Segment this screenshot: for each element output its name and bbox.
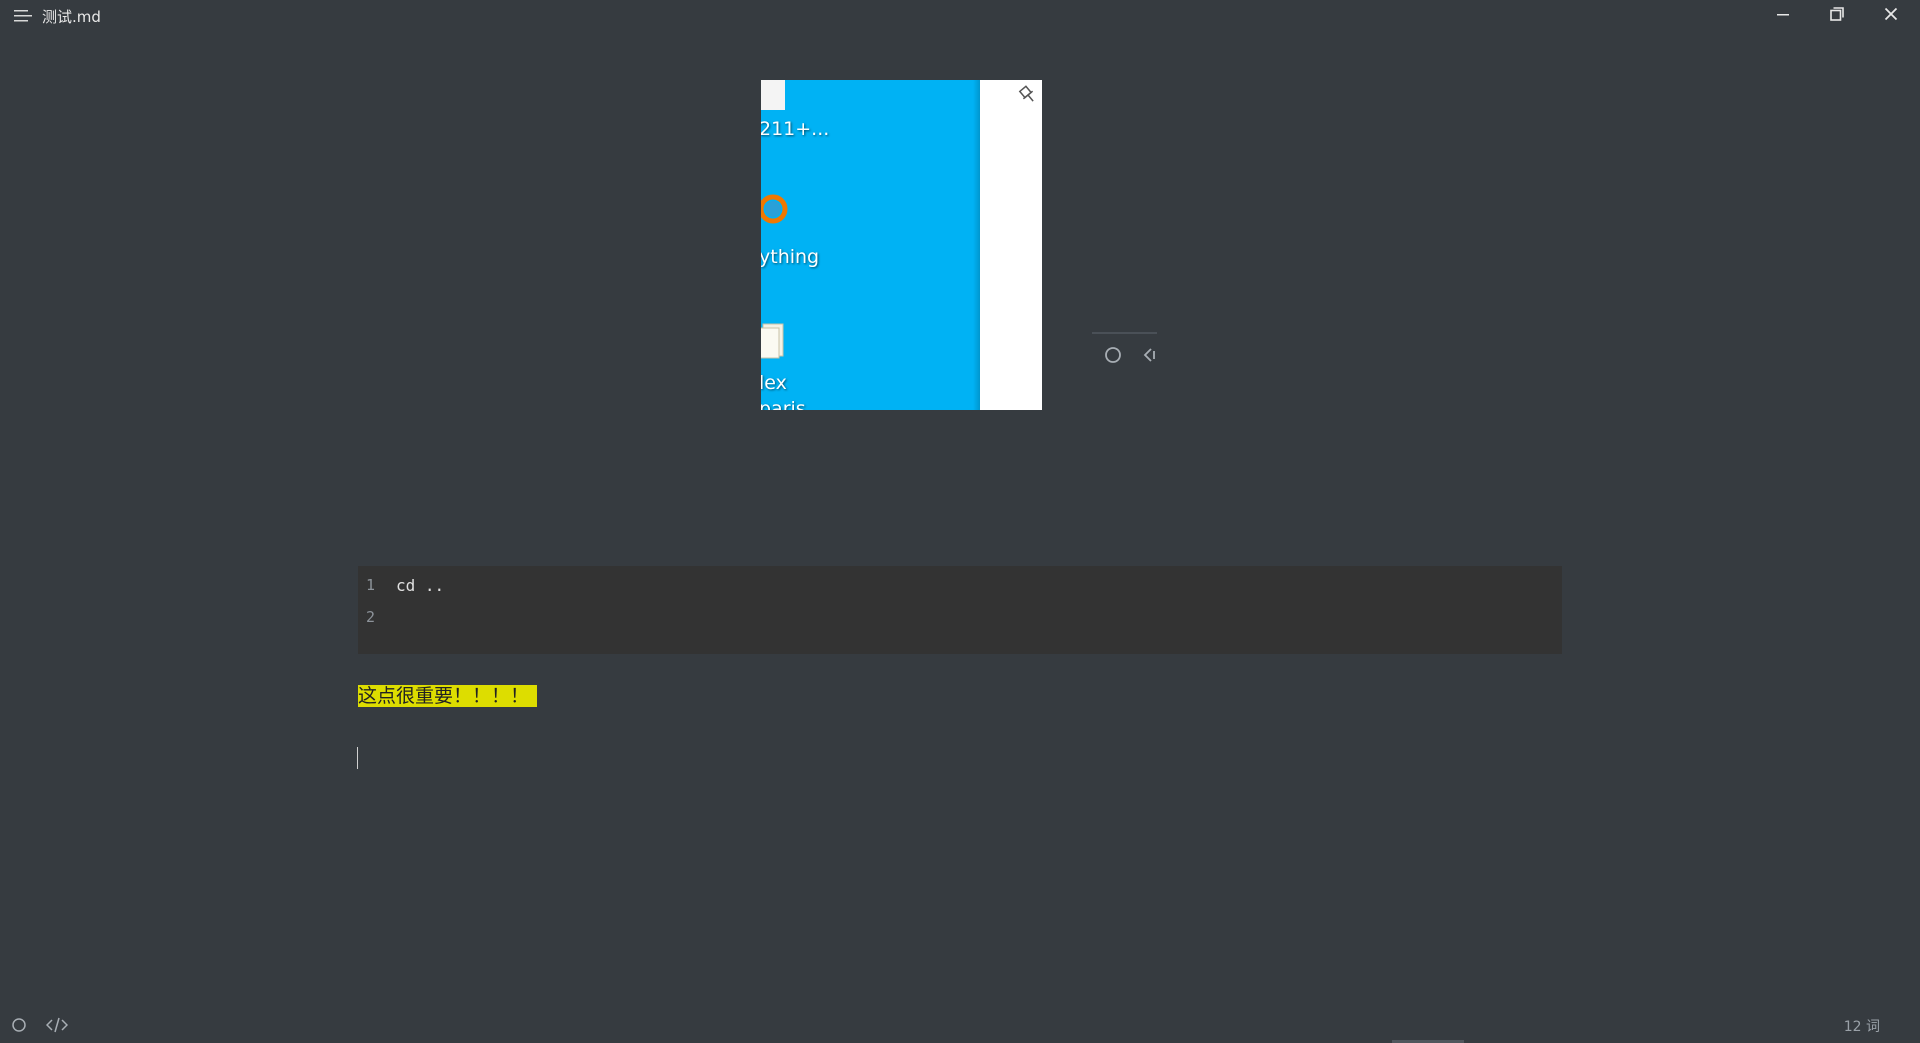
- image-toolbar-divider: [1092, 332, 1157, 334]
- circle-icon[interactable]: [11, 1017, 27, 1033]
- embedded-image[interactable]: 211+... ything lex paris: [761, 80, 1042, 410]
- code-icon[interactable]: [45, 1016, 69, 1034]
- restore-button[interactable]: [1810, 0, 1864, 32]
- status-bar: 12 词: [0, 1010, 1920, 1043]
- menu-icon[interactable]: [14, 8, 34, 24]
- desktop-label: paris: [761, 398, 806, 410]
- desktop-label: 211+...: [761, 118, 830, 140]
- code-line[interactable]: 1 cd ..: [358, 576, 1562, 598]
- close-button[interactable]: [1864, 0, 1918, 32]
- minimize-button[interactable]: [1756, 0, 1810, 32]
- desktop-label: lex: [761, 372, 787, 394]
- line-number: 2: [366, 608, 376, 626]
- title-bar: 测试.md: [0, 0, 1920, 32]
- restore-icon: [1830, 6, 1844, 26]
- desktop-label: ything: [761, 246, 820, 268]
- code-block[interactable]: 1 cd .. 2: [358, 566, 1562, 654]
- line-number: 1: [366, 576, 376, 594]
- window-panel: [980, 80, 1042, 410]
- window-title: 测试.md: [42, 8, 101, 26]
- word-count[interactable]: 12 词: [1844, 1016, 1880, 1036]
- editor-window: 测试.md 211+... ything lex paris 1 cd .. 2…: [0, 0, 1920, 1043]
- search-app-icon: [761, 192, 795, 226]
- desktop-icon-tile: [761, 80, 785, 110]
- minimize-icon: [1776, 7, 1790, 26]
- pin-icon: [1017, 84, 1039, 106]
- align-icon[interactable]: [1142, 346, 1158, 364]
- circle-icon[interactable]: [1104, 346, 1122, 364]
- highlighted-paragraph[interactable]: 这点很重要！！！！: [358, 685, 538, 707]
- code-line[interactable]: 2: [358, 608, 1562, 630]
- code-text[interactable]: cd ..: [396, 576, 444, 595]
- close-icon: [1884, 7, 1898, 26]
- text-cursor: [357, 747, 358, 769]
- folder-icon: [761, 322, 787, 360]
